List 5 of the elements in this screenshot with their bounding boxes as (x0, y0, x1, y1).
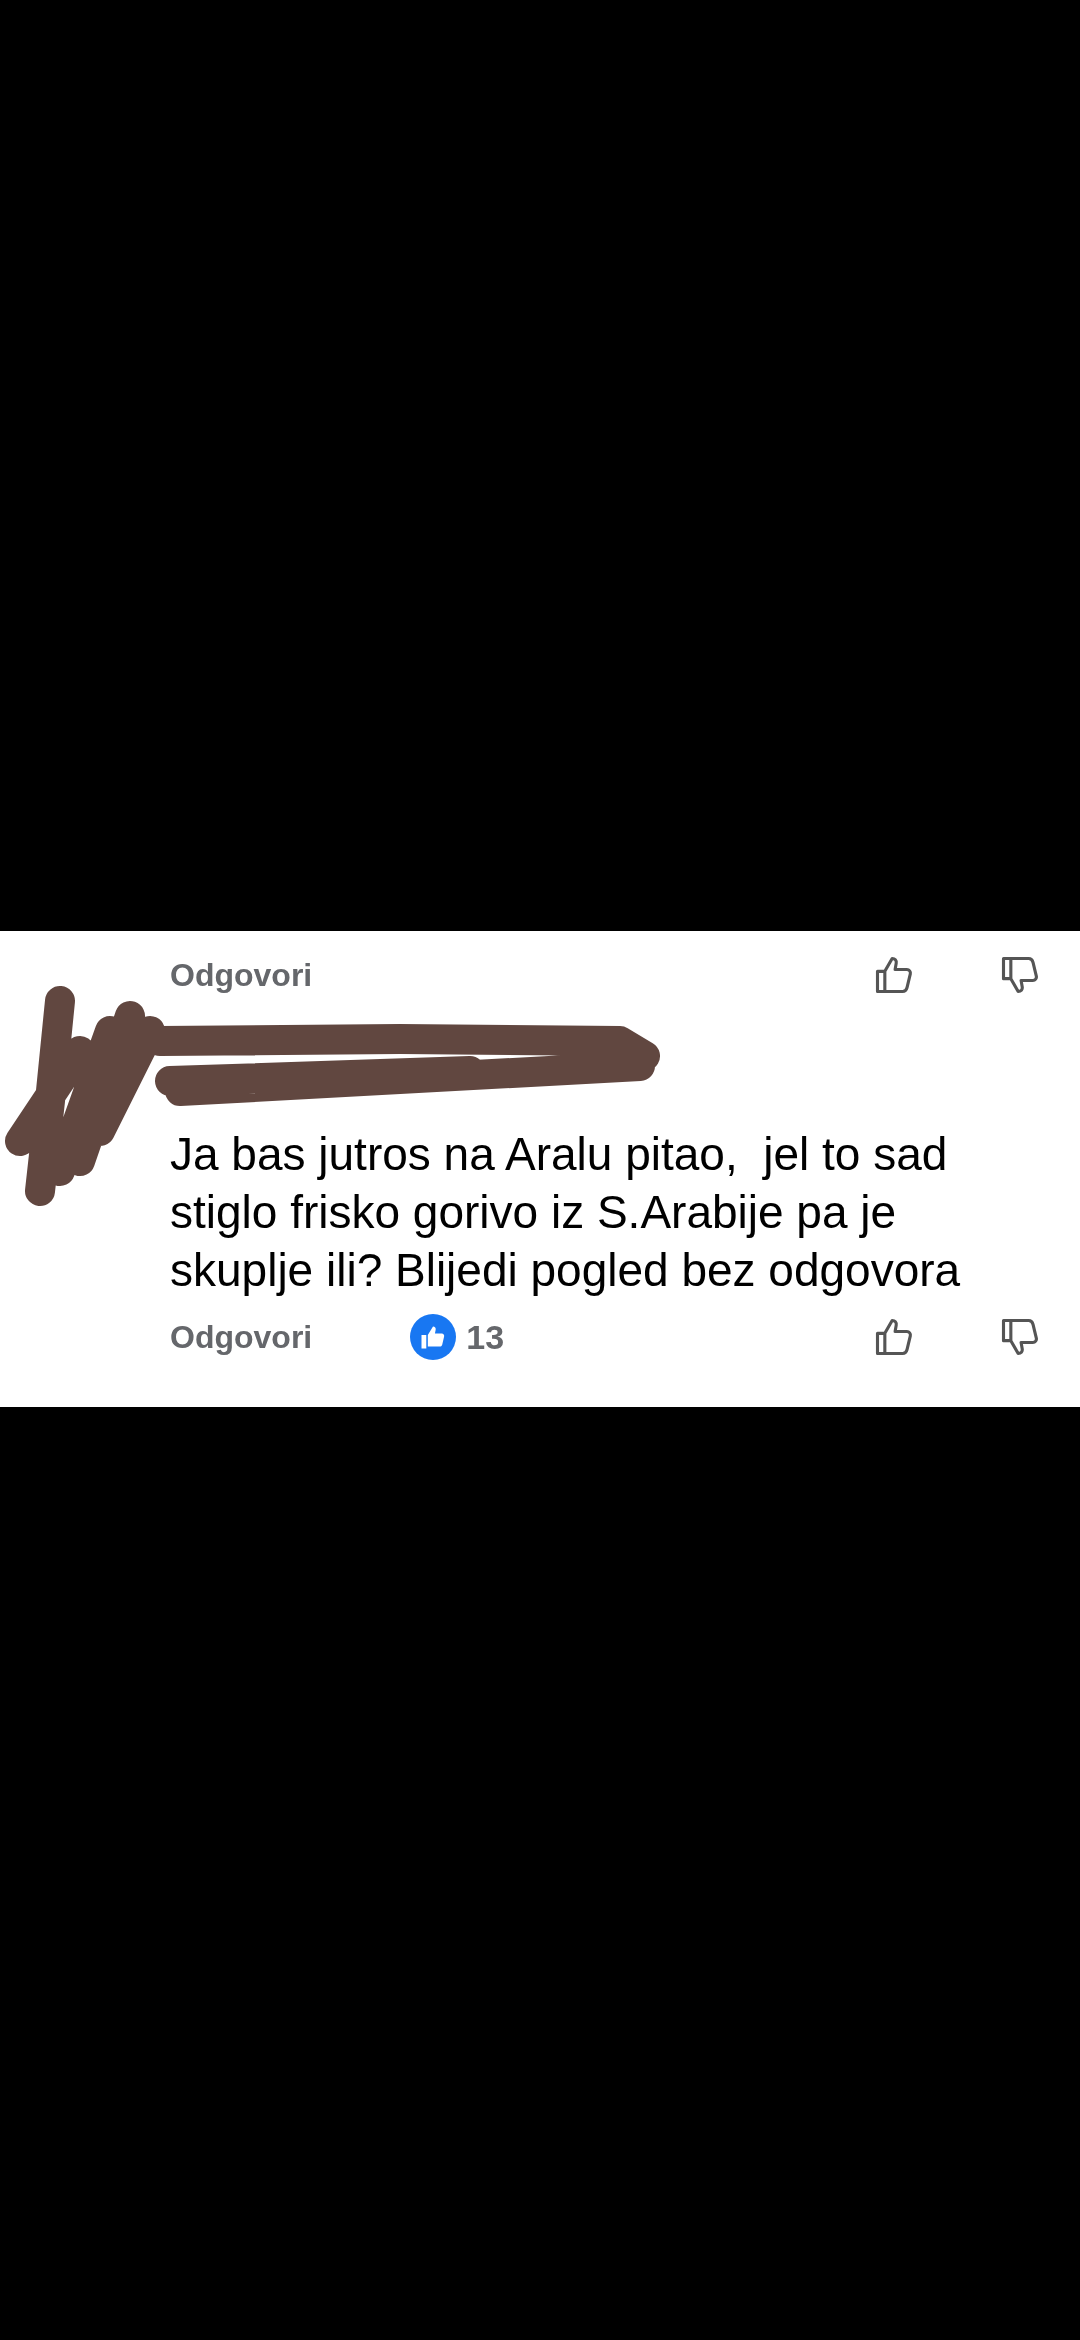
like-badge-icon (410, 1314, 457, 1360)
comment-text: Ja bas jutros na Aralu pitao, jel to sad stiglo frisko gorivo iz S.Arabije pa je skuplje ili? Blijedi pogled bez odgovora (170, 1127, 962, 1298)
reply-link[interactable]: Odgovori (170, 1318, 313, 1356)
reply-link[interactable]: Odgovori (170, 956, 313, 994)
like-count: 13 (466, 1317, 505, 1357)
